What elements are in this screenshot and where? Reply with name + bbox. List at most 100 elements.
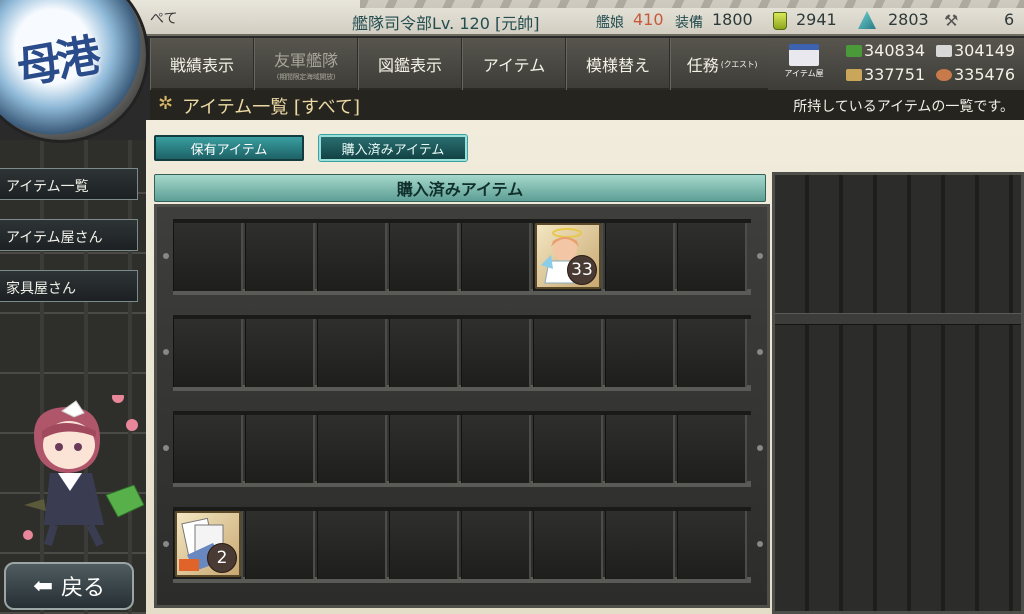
item-slot[interactable]: 33: [533, 223, 603, 291]
item-slot[interactable]: [677, 319, 747, 387]
nav-label: 戦績表示: [169, 56, 234, 75]
shop-icon: [789, 44, 819, 66]
item-slot[interactable]: [245, 415, 315, 483]
sidebar-item-label: アイテム屋さん: [6, 230, 103, 246]
item-slot[interactable]: [533, 415, 603, 483]
main-panel: 保有アイテム 購入済みアイテム 購入済みアイテム 33 2: [146, 120, 1024, 614]
item-slot[interactable]: [533, 511, 603, 579]
port-label: 母港: [12, 30, 101, 95]
document-item-icon[interactable]: 2: [175, 511, 241, 577]
ammo-icon: [846, 69, 862, 81]
ammo-count: 337751: [864, 65, 926, 84]
item-slot[interactable]: [317, 415, 387, 483]
back-label: 戻る: [61, 576, 106, 601]
item-slot[interactable]: [605, 415, 675, 483]
rivet: [163, 445, 169, 451]
steel-count: 304149: [954, 41, 1016, 60]
item-slot[interactable]: [317, 319, 387, 387]
nav-label: 友軍艦隊: [273, 50, 338, 70]
nav-furniture[interactable]: 模様替え: [566, 38, 670, 90]
bauxite-count: 335476: [954, 65, 1016, 84]
nav-items[interactable]: アイテム: [462, 38, 566, 90]
item-slot[interactable]: [389, 223, 459, 291]
main-nav: 戦績表示 友軍艦隊 (期間限定海域開放) 図鑑表示 アイテム 模様替え 任務 (…: [150, 38, 774, 90]
nav-label: アイテム: [482, 56, 546, 75]
flower-icon: [23, 530, 33, 540]
item-slot[interactable]: [173, 415, 243, 483]
item-slot[interactable]: [173, 319, 243, 387]
item-slot[interactable]: [677, 223, 747, 291]
page-header: ✲ アイテム一覧 [すべて] 所持しているアイテムの一覧です。: [150, 90, 1024, 120]
storage-door: [772, 172, 1024, 614]
item-slot[interactable]: [173, 223, 243, 291]
nav-label: 図鑑表示: [377, 56, 442, 75]
item-slot[interactable]: [605, 511, 675, 579]
equipment-count: 1800: [712, 10, 753, 29]
item-count-badge: 33: [567, 255, 597, 285]
hammer-icon: ⚒: [944, 11, 959, 30]
rivet: [757, 253, 763, 259]
page-description: 所持しているアイテムの一覧です。: [793, 99, 1014, 115]
nav-sublabel: (期間限定海域開放): [276, 72, 336, 81]
page-title: アイテム一覧 [すべて]: [182, 97, 360, 118]
rivet: [757, 445, 763, 451]
shop-icon-label: アイテム屋: [784, 69, 824, 78]
resource-panel: 340834 304149 337751 335476: [840, 38, 1024, 90]
sidebar-item-label: 家具屋さん: [6, 281, 76, 297]
item-slot[interactable]: [461, 319, 531, 387]
tab-owned-items[interactable]: 保有アイテム: [154, 135, 304, 161]
nav-battle-record[interactable]: 戦績表示: [150, 38, 254, 90]
fuel-icon: [846, 45, 862, 57]
back-arrow-icon: ⬅: [32, 572, 54, 600]
home-port-button[interactable]: 母港: [0, 0, 146, 140]
item-slot[interactable]: [461, 223, 531, 291]
secretary-ship-girl: [23, 395, 144, 547]
rivet: [163, 349, 169, 355]
item-slot[interactable]: [677, 415, 747, 483]
fairy-item-icon[interactable]: 33: [535, 223, 601, 289]
sidebar-item-item-shop[interactable]: アイテム屋さん: [0, 219, 138, 251]
door-crossbar: [775, 313, 1021, 325]
flower-icon: [112, 395, 124, 403]
item-slot[interactable]: [245, 319, 315, 387]
item-slot[interactable]: [605, 223, 675, 291]
item-slot[interactable]: [461, 511, 531, 579]
tab-purchased-items[interactable]: 購入済みアイテム: [319, 135, 467, 161]
nav-encyclopedia[interactable]: 図鑑表示: [358, 38, 462, 90]
item-slot[interactable]: [245, 511, 315, 579]
item-slot[interactable]: [317, 511, 387, 579]
item-slot[interactable]: [677, 511, 747, 579]
sidebar-item-furniture-shop[interactable]: 家具屋さん: [0, 270, 138, 302]
item-slot[interactable]: [533, 319, 603, 387]
shelf-row: 2: [163, 507, 763, 583]
ships-label: 艦娘: [596, 15, 624, 31]
shelf-row: [163, 315, 763, 391]
item-slot[interactable]: [245, 223, 315, 291]
back-button[interactable]: ⬅ 戻る: [4, 562, 134, 610]
player-name: ぺて: [150, 11, 178, 27]
rivet: [163, 253, 169, 259]
rivet: [757, 541, 763, 547]
shelf-row: [163, 411, 763, 487]
top-status-bar: ぺて 艦隊司令部Lv. 120 [元帥] 艦娘 410 装備 1800 2941…: [0, 0, 1024, 36]
item-slot[interactable]: [461, 415, 531, 483]
nav-friend-fleet[interactable]: 友軍艦隊 (期間限定海域開放): [254, 38, 358, 90]
hq-level-value: Lv. 120: [432, 14, 490, 33]
dev-material-icon: [858, 11, 876, 29]
item-slot[interactable]: [389, 511, 459, 579]
equipment-label: 装備: [675, 15, 703, 31]
rank-label: [元帥]: [494, 14, 540, 33]
item-slot[interactable]: [389, 319, 459, 387]
item-slot[interactable]: 2: [173, 511, 243, 579]
item-slot[interactable]: [317, 223, 387, 291]
hq-level: 艦隊司令部Lv. 120 [元帥]: [352, 10, 539, 34]
nav-quests[interactable]: 任務 (クエスト): [670, 38, 774, 90]
item-slot[interactable]: [605, 319, 675, 387]
ships-count: 410: [633, 10, 664, 29]
item-shop-shortcut[interactable]: アイテム屋: [768, 38, 840, 90]
repair-bucket-icon: [773, 12, 787, 30]
fuel-count: 340834: [864, 41, 926, 60]
item-slot[interactable]: [389, 415, 459, 483]
gear-icon: ✲: [158, 93, 174, 114]
sidebar-item-item-list[interactable]: アイテム一覧: [0, 168, 138, 200]
